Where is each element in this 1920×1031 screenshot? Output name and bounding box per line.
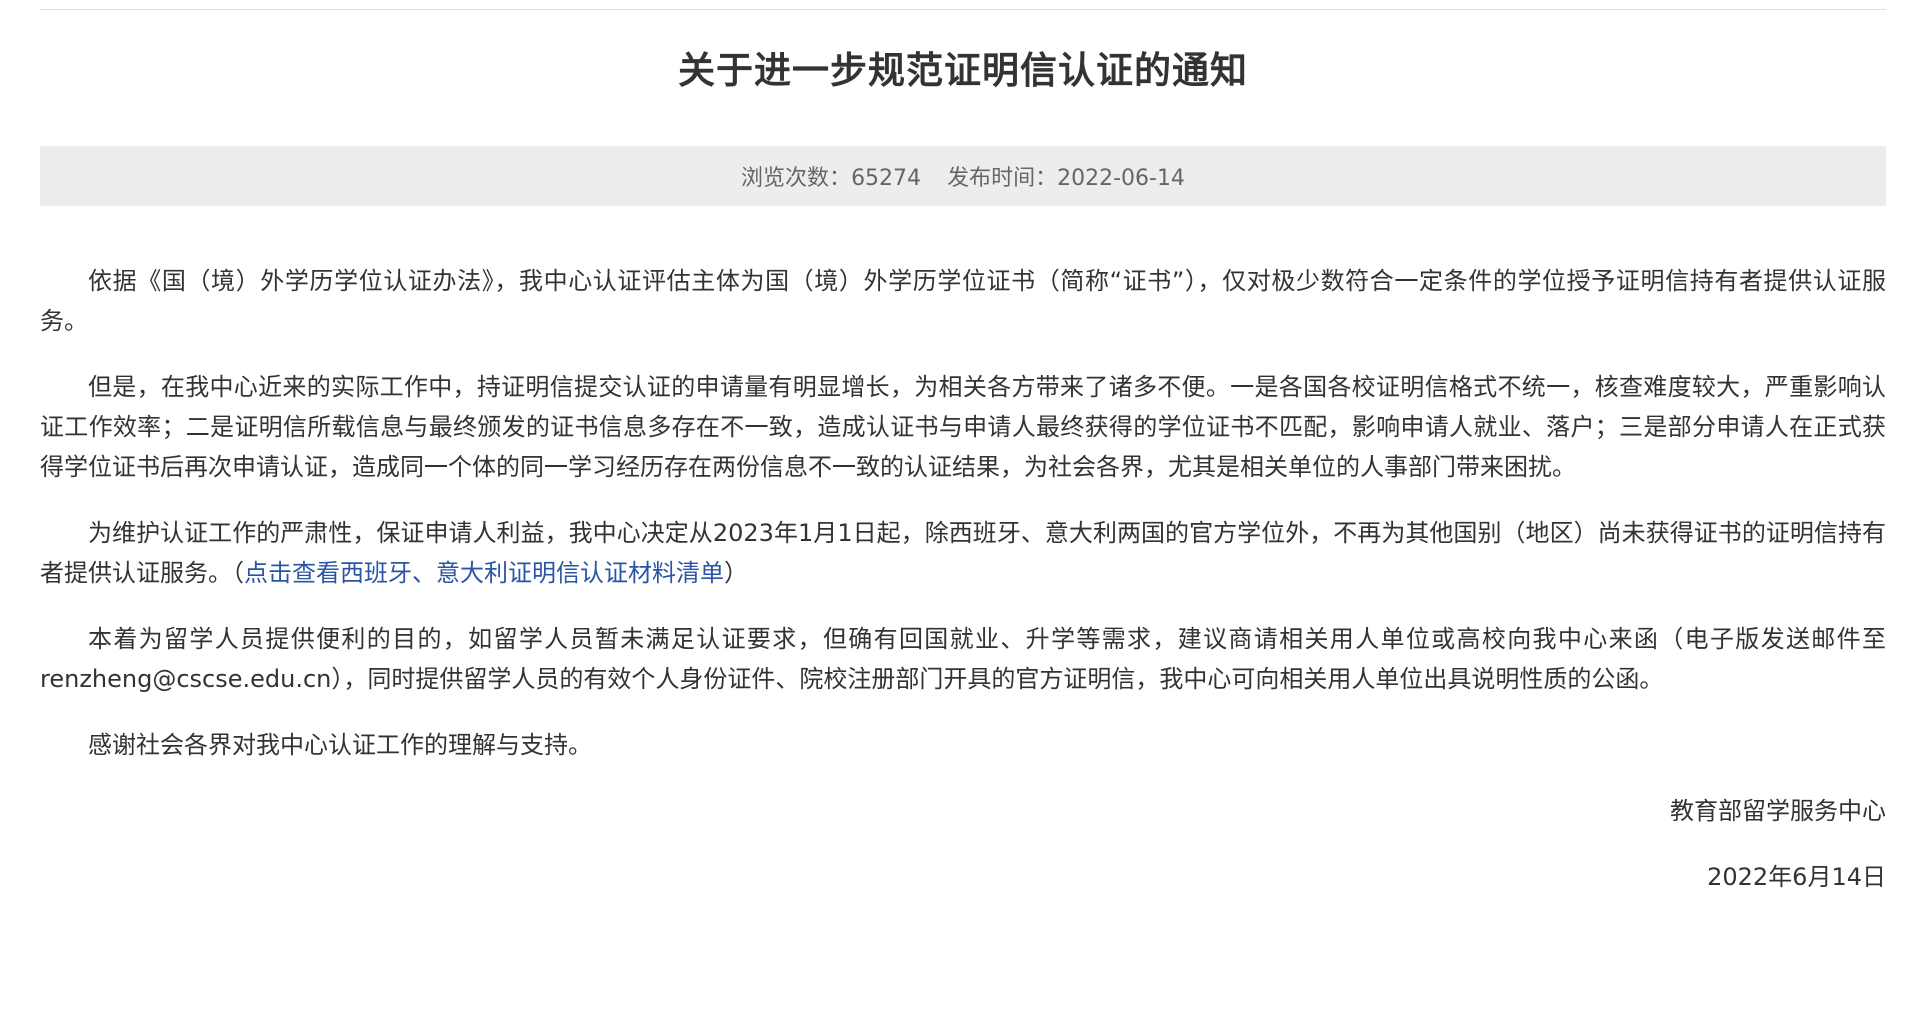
body-paragraph-4: 本着为留学人员提供便利的目的，如留学人员暂未满足认证要求，但确有回国就业、升学等… — [40, 625, 1886, 693]
link-paren-open: （ — [232, 559, 244, 587]
publish-date: 发布时间：2022-06-14 — [947, 160, 1185, 192]
link-paren-close: ） — [724, 559, 748, 587]
spain-italy-materials-link[interactable]: 点击查看西班牙、意大利证明信认证材料清单 — [244, 559, 724, 587]
view-count-value: 65274 — [851, 166, 922, 191]
article-container: 关于进一步规范证明信认证的通知 浏览次数：65274 发布时间：2022-06-… — [40, 0, 1886, 923]
publish-date-value: 2022-06-14 — [1057, 166, 1185, 191]
signature-organization: 教育部留学服务中心 — [1670, 797, 1886, 825]
body-paragraph-1: 依据《国（境）外学历学位认证办法》，我中心认证评估主体为国（境）外学历学位证书（… — [40, 267, 1886, 335]
article-body: 依据《国（境）外学历学位认证办法》，我中心认证评估主体为国（境）外学历学位证书（… — [40, 261, 1886, 897]
view-count: 浏览次数：65274 — [741, 160, 921, 192]
article-meta-bar: 浏览次数：65274 发布时间：2022-06-14 — [40, 146, 1886, 206]
top-divider — [40, 9, 1886, 10]
view-count-label: 浏览次数： — [741, 166, 852, 191]
body-paragraph-5: 感谢社会各界对我中心认证工作的理解与支持。 — [88, 731, 592, 759]
body-paragraph-3: 为维护认证工作的严肃性，保证申请人利益，我中心决定从2023年1月1日起，除西班… — [40, 513, 1886, 593]
publish-date-label: 发布时间： — [947, 166, 1058, 191]
body-paragraph-2: 但是，在我中心近来的实际工作中，持证明信提交认证的申请量有明显增长，为相关各方带… — [40, 373, 1886, 481]
article-title: 关于进一步规范证明信认证的通知 — [678, 49, 1248, 92]
signature-date: 2022年6月14日 — [1707, 863, 1886, 891]
